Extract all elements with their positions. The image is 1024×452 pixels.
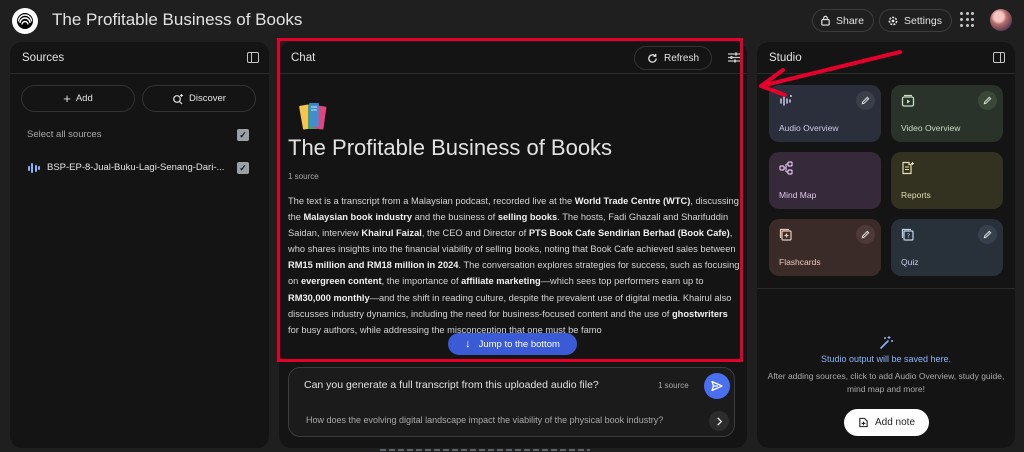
summary-bold-run: PTS Book Cafe Sendirian Berhad (Book Caf… (528, 228, 730, 239)
discover-icon (173, 93, 184, 104)
notebook-title: The Profitable Business of Books (288, 135, 613, 160)
summary-bold-run: selling books (497, 212, 558, 223)
select-all-checkbox[interactable]: ✓ (237, 129, 249, 141)
source-item-checkbox[interactable]: ✓ (237, 162, 249, 174)
studio-header: Studio (757, 42, 1015, 74)
edit-pencil-icon[interactable] (856, 225, 875, 244)
audio-source-icon (28, 162, 40, 174)
avatar[interactable] (990, 9, 1012, 31)
reports-icon (902, 161, 914, 175)
reports-tile[interactable]: Reports (891, 152, 1003, 209)
panel-toggle-icon[interactable] (993, 52, 1005, 63)
arrow-down-icon: ↓ (465, 338, 471, 350)
next-suggestion-button[interactable] (709, 411, 729, 431)
edit-pencil-icon[interactable] (978, 225, 997, 244)
add-note-button[interactable]: Add note (844, 409, 929, 436)
panel-toggle-icon[interactable] (247, 52, 259, 63)
summary-bold-run: Khairul Faizal (361, 228, 422, 239)
page-title[interactable]: The Profitable Business of Books (52, 10, 302, 30)
tune-icon[interactable] (728, 52, 740, 63)
waveform-icon (780, 95, 792, 106)
tile-label: Reports (901, 190, 931, 200)
summary-text-run: The text is a transcript from a Malaysia… (288, 196, 575, 206)
add-source-button[interactable]: + Add (21, 85, 135, 112)
suggested-question[interactable]: How does the evolving digital landscape … (306, 415, 663, 425)
summary-bold-run: ghostwriters (671, 308, 728, 319)
studio-title: Studio (769, 51, 802, 64)
chat-body: The Profitable Business of Books 1 sourc… (279, 75, 747, 360)
studio-output-title: Studio output will be saved here. (820, 354, 952, 364)
send-button[interactable] (704, 373, 730, 399)
summary-bold-run: Malaysian book industry (303, 212, 413, 223)
jump-label: Jump to the bottom (478, 338, 560, 350)
studio-panel: Studio Audio Overview Video Overview Min… (757, 42, 1015, 448)
flashcards-icon (779, 228, 792, 241)
tile-label: Audio Overview (779, 123, 839, 133)
discover-label: Discover (189, 93, 226, 104)
summary-text-run: , the CEO and Director of (421, 228, 529, 239)
video-overview-tile[interactable]: Video Overview (891, 85, 1003, 142)
refresh-icon (648, 53, 657, 63)
quiz-icon: ? (901, 228, 914, 241)
sources-header: Sources (10, 42, 269, 74)
summary-text-run: , the importance of (381, 276, 462, 287)
share-button[interactable]: Share (812, 9, 875, 32)
add-note-label: Add note (874, 417, 916, 428)
tile-label: Quiz (901, 257, 919, 267)
chat-panel: Chat Refresh The Profitable Business of … (279, 42, 747, 448)
book-stack-icon (299, 103, 327, 130)
summary-bold-run: RM30,000 monthly (288, 292, 370, 303)
footer-text-fragment (380, 449, 590, 451)
add-label: Add (75, 93, 93, 104)
sources-title: Sources (22, 51, 65, 64)
tile-label: Flashcards (779, 257, 821, 267)
mind-map-tile[interactable]: Mind Map (769, 152, 881, 209)
send-icon (711, 380, 723, 392)
chevron-right-icon (716, 416, 722, 426)
summary-bold-run: evergreen content (300, 276, 382, 287)
settings-label: Settings (904, 14, 942, 27)
notebook-summary: The text is a transcript from a Malaysia… (288, 193, 740, 338)
tile-label: Mind Map (779, 190, 817, 200)
gear-icon (888, 16, 898, 25)
edit-pencil-icon[interactable] (856, 91, 875, 110)
plus-icon: + (63, 91, 71, 106)
source-count: 1 source (288, 172, 319, 181)
chat-title: Chat (291, 51, 316, 64)
refresh-button[interactable]: Refresh (634, 46, 712, 70)
select-all-label: Select all sources (27, 129, 102, 140)
chat-input[interactable]: Can you generate a full transcript from … (304, 379, 599, 391)
edit-pencil-icon[interactable] (978, 91, 997, 110)
magic-wand-icon (880, 336, 893, 349)
share-label: Share (836, 14, 865, 27)
studio-divider (757, 288, 1015, 289)
svg-text:?: ? (907, 232, 910, 240)
notebook-logo-icon[interactable] (12, 8, 38, 34)
video-icon (901, 94, 915, 107)
note-add-icon (859, 417, 868, 428)
flashcards-tile[interactable]: Flashcards (769, 219, 881, 276)
source-item-label[interactable]: BSP-EP-8-Jual-Buku-Lagi-Senang-Dari-... (47, 162, 224, 173)
lock-icon (821, 15, 830, 26)
chat-composer: Can you generate a full transcript from … (288, 367, 735, 437)
mind-map-icon (779, 161, 793, 175)
settings-button[interactable]: Settings (879, 9, 952, 32)
summary-bold-run: affiliate marketing (461, 276, 541, 287)
apps-grid-icon[interactable] (960, 12, 976, 28)
summary-text-run: —which sees top performers earn up to (540, 276, 704, 287)
refresh-label: Refresh (663, 52, 699, 64)
tile-label: Video Overview (901, 123, 961, 133)
quiz-tile[interactable]: ? Quiz (891, 219, 1003, 276)
sources-panel: Sources + Add Discover Select all source… (10, 42, 269, 448)
summary-text-run: and the business of (412, 212, 498, 223)
discover-button[interactable]: Discover (142, 85, 256, 112)
jump-to-bottom-button[interactable]: ↓ Jump to the bottom (448, 333, 577, 355)
summary-bold-run: RM15 million and RM18 million in 2024 (288, 260, 459, 271)
app-header: The Profitable Business of Books Share S… (0, 0, 1024, 42)
composer-source-count: 1 source (658, 381, 689, 390)
summary-bold-run: World Trade Centre (WTC) (574, 196, 691, 206)
audio-overview-tile[interactable]: Audio Overview (769, 85, 881, 142)
studio-output-description: After adding sources, click to add Audio… (767, 371, 1005, 394)
